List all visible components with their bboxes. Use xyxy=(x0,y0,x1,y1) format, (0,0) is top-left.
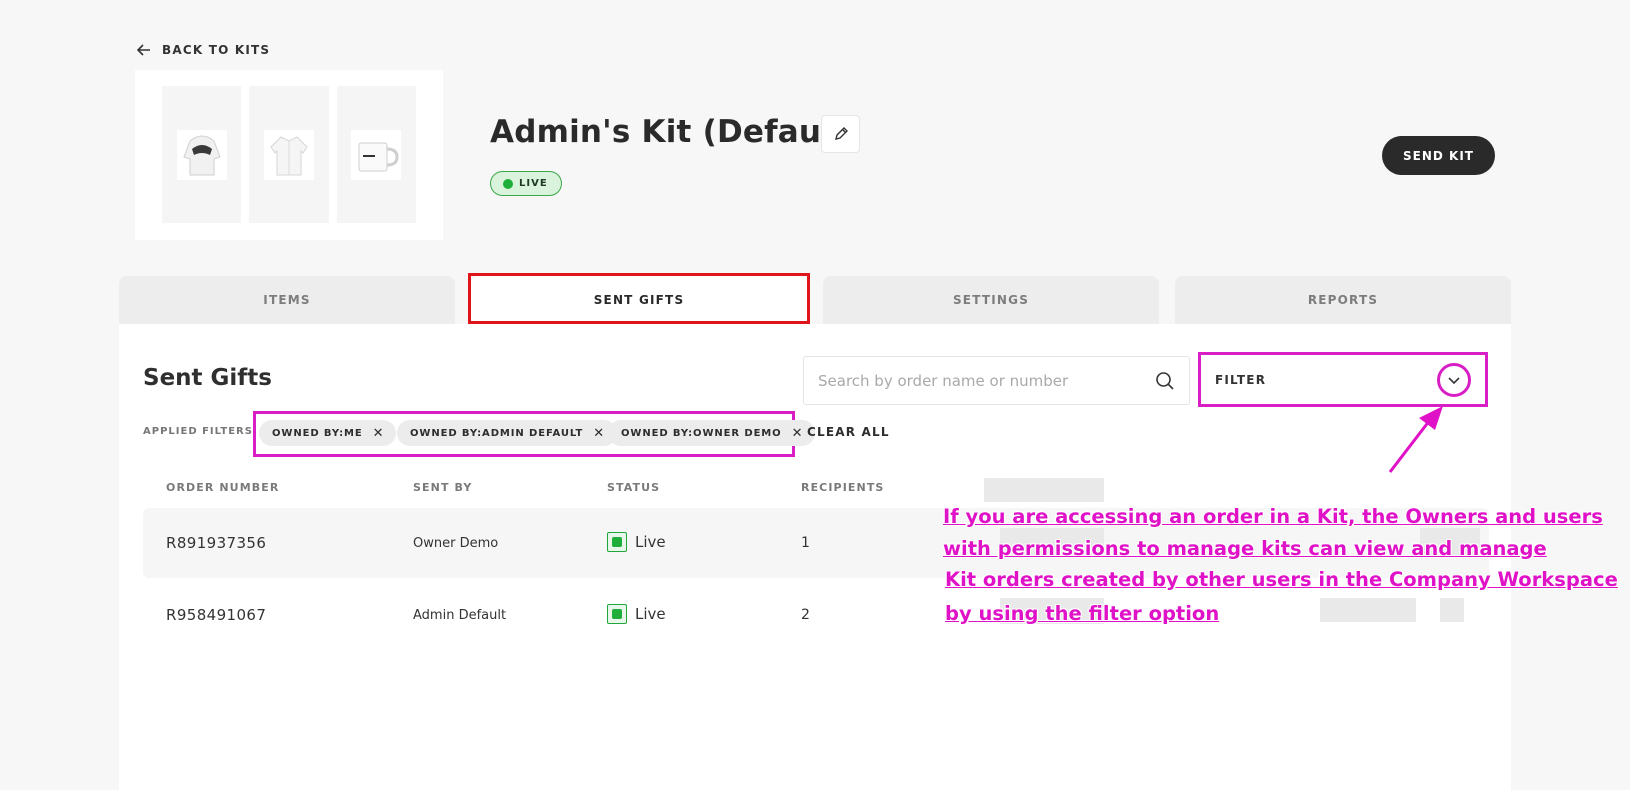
blurred-cell xyxy=(1440,598,1464,622)
clear-all-button[interactable]: CLEAR ALL xyxy=(807,425,890,439)
filter-chip-owned-by-admin-default: OWNED BY:ADMIN DEFAULT ✕ xyxy=(397,420,618,446)
status-badge: LIVE xyxy=(490,171,562,196)
kit-thumbnail[interactable] xyxy=(162,86,242,223)
tab-highlight-box xyxy=(468,273,810,324)
tab-settings[interactable]: SETTINGS xyxy=(823,276,1159,324)
recipients-cell: 1 xyxy=(801,535,810,551)
annotation-line: Kit orders created by other users in the… xyxy=(945,568,1618,591)
blurred-cell xyxy=(1320,598,1416,622)
filter-chip-owned-by-owner-demo: OWNED BY:OWNER DEMO ✕ xyxy=(608,420,816,446)
close-icon[interactable]: ✕ xyxy=(593,426,605,441)
pencil-icon xyxy=(834,127,848,140)
send-kit-button[interactable]: SEND KIT xyxy=(1382,136,1495,175)
recipients-cell: 2 xyxy=(801,607,810,623)
chevron-down-icon[interactable] xyxy=(1437,362,1471,397)
filter-chip-label: OWNED BY:OWNER DEMO xyxy=(621,427,782,439)
live-status-icon xyxy=(607,532,627,552)
close-icon[interactable]: ✕ xyxy=(373,426,385,441)
sent-by-cell: Owner Demo xyxy=(413,536,499,551)
filter-dropdown[interactable]: FILTER xyxy=(1201,355,1485,404)
jacket-image xyxy=(263,129,314,180)
back-to-kits-link[interactable]: BACK TO KITS xyxy=(136,42,270,58)
search-input[interactable]: Search by order name or number xyxy=(803,356,1190,405)
filter-chip-label: OWNED BY:ME xyxy=(272,427,363,439)
status-cell: Live xyxy=(607,532,666,552)
kit-thumbnails xyxy=(135,70,443,240)
column-header-status: STATUS xyxy=(607,481,661,494)
search-icon[interactable] xyxy=(1155,371,1175,391)
status-badge-label: LIVE xyxy=(519,178,548,189)
applied-filters-label: APPLIED FILTERS: xyxy=(143,426,258,437)
edit-kit-button[interactable] xyxy=(821,115,860,153)
status-text: Live xyxy=(635,605,666,623)
annotation-line: If you are accessing an order in a Kit, … xyxy=(943,505,1603,528)
annotation-line: by using the filter option xyxy=(945,602,1220,625)
live-status-icon xyxy=(607,604,627,624)
section-title: Sent Gifts xyxy=(143,365,272,391)
tab-reports[interactable]: REPORTS xyxy=(1175,276,1511,324)
kit-thumbnail[interactable] xyxy=(336,86,416,223)
hoodie-image xyxy=(176,129,227,180)
blurred-column-header xyxy=(984,478,1104,502)
kit-title: Admin's Kit (Default) xyxy=(490,114,862,150)
column-header-sent-by: SENT BY xyxy=(413,481,473,494)
arrow-left-icon xyxy=(136,44,150,56)
status-text: Live xyxy=(635,533,666,551)
annotation-arrow-icon xyxy=(1388,406,1443,473)
filter-chip-owned-by-me: OWNED BY:ME ✕ xyxy=(259,420,397,446)
search-placeholder: Search by order name or number xyxy=(818,371,1069,390)
order-number-cell[interactable]: R891937356 xyxy=(166,534,266,552)
column-header-recipients: RECIPIENTS xyxy=(801,481,885,494)
tab-items[interactable]: ITEMS xyxy=(119,276,455,324)
column-header-order-number: ORDER NUMBER xyxy=(166,481,280,494)
mug-image xyxy=(351,129,402,180)
live-dot-icon xyxy=(503,178,513,189)
back-to-kits-label: BACK TO KITS xyxy=(162,43,271,57)
kit-thumbnail[interactable] xyxy=(249,86,329,223)
sent-by-cell: Admin Default xyxy=(413,608,507,623)
order-number-cell[interactable]: R958491067 xyxy=(166,606,266,624)
close-icon[interactable]: ✕ xyxy=(792,426,804,441)
status-cell: Live xyxy=(607,604,666,624)
annotation-line: with permissions to manage kits can view… xyxy=(943,537,1547,560)
filter-chip-label: OWNED BY:ADMIN DEFAULT xyxy=(410,427,584,439)
filter-label: FILTER xyxy=(1215,372,1267,387)
